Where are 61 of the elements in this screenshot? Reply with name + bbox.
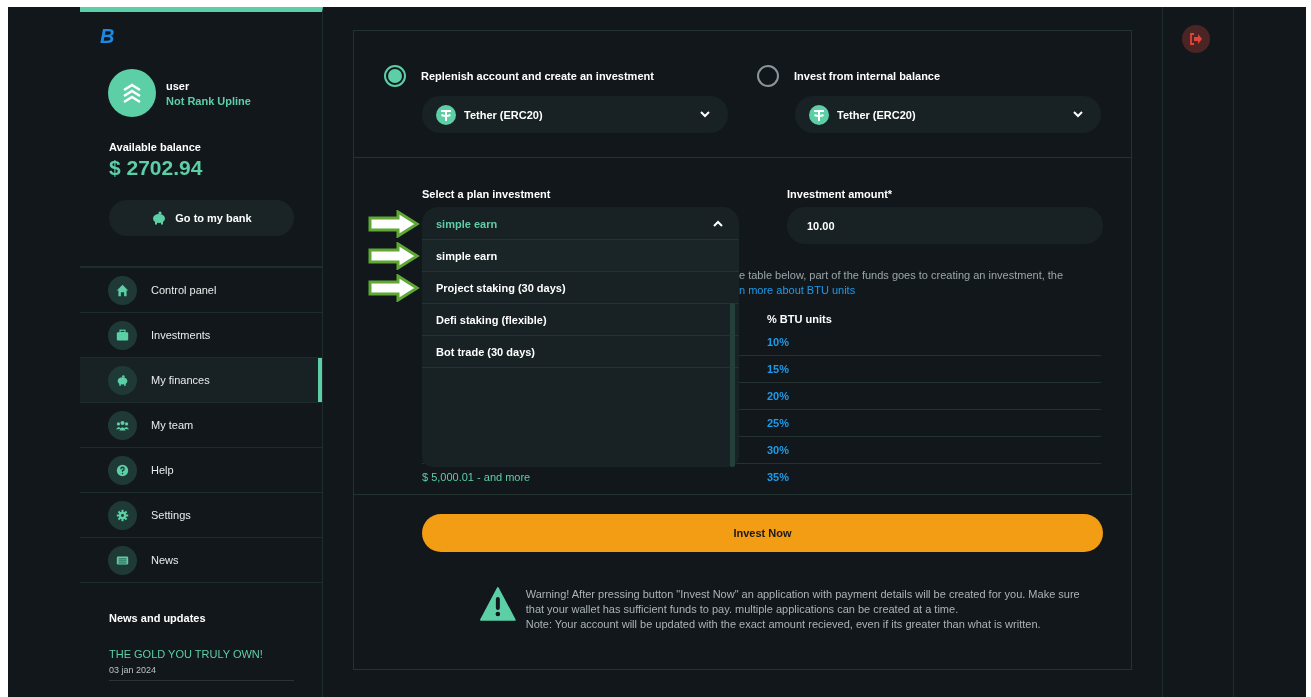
table-cell-text: 30% <box>767 444 791 456</box>
settings-icon <box>116 508 129 522</box>
piggy-bank-icon <box>116 373 129 387</box>
team-icon <box>116 418 129 432</box>
table-cell-text: 25% <box>767 417 791 429</box>
caret-icon <box>700 111 710 118</box>
nav-item[interactable]: My finances <box>80 358 322 403</box>
briefcase-icon <box>116 328 129 342</box>
logout-icon <box>1189 32 1203 46</box>
radio-button[interactable] <box>384 65 406 87</box>
bank-button[interactable]: Go to my bank <box>109 200 294 236</box>
field-label: Select a plan investment <box>422 188 551 200</box>
logo: B <box>100 25 114 48</box>
news-title[interactable]: THE GOLD YOU TRULY OWN! <box>109 648 263 660</box>
currency-select[interactable]: Tether (ERC20) <box>422 96 728 133</box>
dropdown-option[interactable]: Project staking (30 days) <box>422 272 739 304</box>
currency-select[interactable]: Tether (ERC20) <box>795 96 1101 133</box>
user-rank: Not Rank Upline <box>166 94 251 107</box>
radio-label: Replenish account and create an investment <box>421 70 654 82</box>
radio-label: Invest from internal balance <box>794 70 941 82</box>
caret-icon <box>1073 111 1083 118</box>
balance-label: Available balance <box>109 141 201 153</box>
table-cell-text: 20% <box>767 390 791 402</box>
arrow-icon <box>368 274 420 302</box>
arrow-icon <box>368 242 420 270</box>
column-header: % BTU units <box>767 313 833 325</box>
tether-icon <box>809 104 829 125</box>
newspaper-icon <box>116 553 129 567</box>
tether-icon <box>436 104 456 125</box>
nav-item[interactable]: Control panel <box>80 268 322 313</box>
warning-text: Note: Your account will be updated with the exact amount recieved, even if its greater than what is written. <box>525 617 1042 632</box>
home-icon <box>116 283 129 297</box>
news-heading: News and updates <box>109 612 206 624</box>
warning-icon <box>480 587 516 621</box>
logout-button[interactable] <box>1182 25 1210 53</box>
nav-item[interactable]: Settings <box>80 493 322 538</box>
radio-button[interactable] <box>757 65 779 87</box>
invest-button[interactable]: Invest Now <box>422 514 1103 552</box>
table-cell-text: 10% <box>767 336 791 348</box>
balance-value: $ 2702.94 <box>109 156 203 180</box>
table-cell-text: 35% <box>767 471 791 483</box>
news-date: 03 jan 2024 <box>109 665 157 675</box>
arrow-icon <box>368 210 420 238</box>
table-cell-text: $ 5,000.01 - and more <box>422 471 532 483</box>
piggy-bank-icon <box>151 210 168 226</box>
amount-field[interactable]: 10.00 <box>787 207 1103 244</box>
warning-text: Warning! After pressing button "Invest Now" an application with payment details will be created for you. Make sure that your wallet has sufficient funds to pay. multiple applications can be created at a time. <box>525 587 1081 617</box>
scrollbar[interactable] <box>730 303 735 467</box>
table-cell-text: 15% <box>767 363 791 375</box>
user-name: user <box>166 79 191 92</box>
field-label: Investment amount* <box>787 188 893 200</box>
help-icon <box>116 463 129 477</box>
nav-item[interactable]: My team <box>80 403 322 448</box>
nav-item[interactable]: Help <box>80 448 322 493</box>
nav-item[interactable]: News <box>80 538 322 583</box>
info-text: e table below, part of the funds goes to creating an investment, the <box>739 269 1065 281</box>
info-link[interactable]: n more about BTU units <box>739 284 856 296</box>
dropdown-option[interactable]: simple earn <box>422 240 739 272</box>
caret-icon <box>713 220 723 227</box>
chevrons-icon <box>122 82 142 104</box>
plan-select[interactable]: simple earn <box>422 207 739 240</box>
